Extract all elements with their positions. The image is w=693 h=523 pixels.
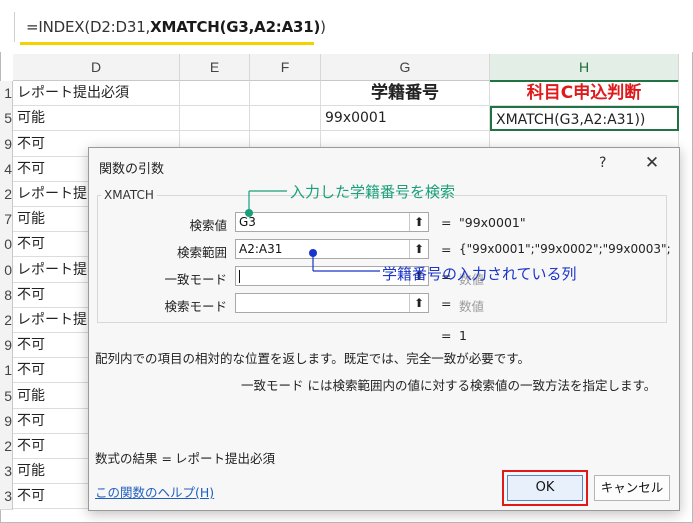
annotation-lookup-value: 入力した学籍番号を検索 (290, 183, 456, 201)
green-annotation-dot (245, 209, 253, 217)
annotation-overlay (245, 190, 380, 272)
blue-annotation-dot (309, 249, 317, 257)
annotation-lookup-array: 学籍番号の入力されている列 (382, 265, 577, 283)
